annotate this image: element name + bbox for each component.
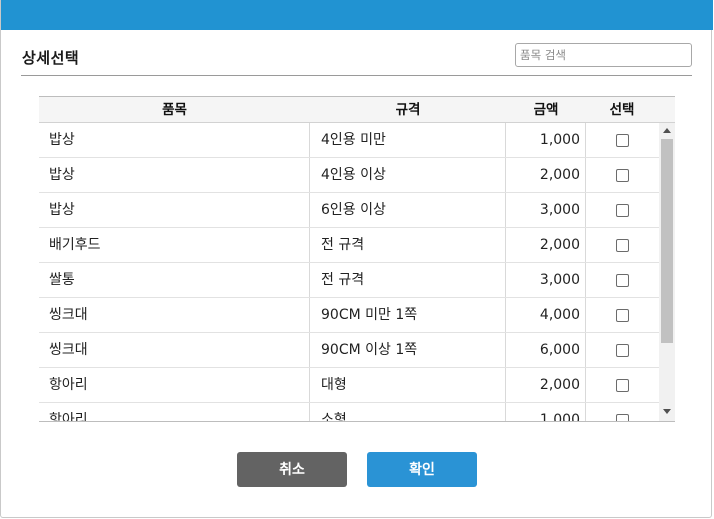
item-select-checkbox[interactable] — [616, 344, 629, 357]
item-name-cell: 씽크대 — [39, 298, 310, 332]
item-spec-cell: 4인용 이상 — [310, 158, 506, 192]
scroll-up-arrow-icon[interactable] — [663, 128, 671, 133]
item-price-cell: 4,000 — [506, 298, 586, 332]
dialog-title: 상세선택 — [22, 49, 80, 67]
item-spec-cell: 4인용 미만 — [310, 123, 506, 157]
item-search-input[interactable] — [515, 43, 692, 67]
item-select-cell — [586, 298, 659, 332]
item-price-cell: 1,000 — [506, 403, 586, 422]
item-table: 품목 규격 금액 선택 밥상 4인용 미만 1,000 밥상 4인용 이상 2,000 밥상… — [39, 96, 675, 422]
item-price-cell: 2,000 — [506, 158, 586, 192]
item-spec-cell: 소형 — [310, 403, 506, 422]
item-select-checkbox[interactable] — [616, 204, 629, 217]
item-select-cell — [586, 263, 659, 297]
item-name-cell: 쌀통 — [39, 263, 310, 297]
item-select-checkbox[interactable] — [616, 309, 629, 322]
item-select-cell — [586, 368, 659, 402]
item-select-cell — [586, 228, 659, 262]
item-price-cell: 2,000 — [506, 228, 586, 262]
item-spec-cell: 90CM 미만 1쪽 — [310, 298, 506, 332]
dialog-header-bar — [1, 0, 713, 30]
detail-select-dialog: 상세선택 품목 규격 금액 선택 밥상4인용 미만1,000밥상4인용 이상2,… — [0, 0, 713, 518]
item-price-cell: 1,000 — [506, 123, 586, 157]
item-select-checkbox[interactable] — [616, 379, 629, 392]
scrollbar-thumb[interactable] — [661, 139, 673, 343]
item-select-checkbox[interactable] — [616, 239, 629, 252]
table-row[interactable]: 배기후드 전 규격 2,000 — [39, 228, 659, 263]
cancel-button[interactable]: 취소 — [237, 452, 347, 487]
item-spec-cell: 6인용 이상 — [310, 193, 506, 227]
item-select-checkbox[interactable] — [616, 134, 629, 147]
column-header-item[interactable]: 품목 — [39, 97, 310, 123]
item-price-cell: 6,000 — [506, 333, 586, 367]
table-row[interactable]: 항아리 대형 2,000 — [39, 368, 659, 403]
item-price-cell: 3,000 — [506, 193, 586, 227]
table-row[interactable]: 밥상 6인용 이상 3,000 — [39, 193, 659, 228]
item-name-cell: 밥상 — [39, 193, 310, 227]
item-price-cell: 3,000 — [506, 263, 586, 297]
column-header-select[interactable]: 선택 — [586, 97, 658, 123]
item-select-cell — [586, 403, 659, 422]
item-select-checkbox[interactable] — [616, 274, 629, 287]
table-scrollbar[interactable] — [659, 123, 675, 422]
item-select-checkbox[interactable] — [616, 169, 629, 182]
item-price-cell: 2,000 — [506, 368, 586, 402]
item-name-cell: 밥상 — [39, 123, 310, 157]
table-row[interactable]: 밥상 4인용 미만 1,000 — [39, 123, 659, 158]
table-row[interactable]: 씽크대 90CM 이상 1쪽 6,000 — [39, 333, 659, 368]
item-select-cell — [586, 333, 659, 367]
item-name-cell: 배기후드 — [39, 228, 310, 262]
item-select-cell — [586, 123, 659, 157]
item-name-cell: 밥상 — [39, 158, 310, 192]
table-bottom-border — [39, 421, 675, 422]
table-row[interactable]: 쌀통 전 규격 3,000 — [39, 263, 659, 298]
table-row[interactable]: 밥상 4인용 이상 2,000 — [39, 158, 659, 193]
table-header: 품목 규격 금액 선택 — [39, 96, 675, 123]
item-spec-cell: 전 규격 — [310, 228, 506, 262]
table-row[interactable]: 씽크대 90CM 미만 1쪽 4,000 — [39, 298, 659, 333]
item-select-cell — [586, 193, 659, 227]
table-body: 밥상 4인용 미만 1,000 밥상 4인용 이상 2,000 밥상 6인용 이상 3,000 배… — [39, 123, 659, 422]
column-header-price[interactable]: 금액 — [506, 97, 586, 123]
table-row[interactable]: 항아리 소형 1,000 — [39, 403, 659, 422]
item-spec-cell: 90CM 이상 1쪽 — [310, 333, 506, 367]
item-name-cell: 씽크대 — [39, 333, 310, 367]
item-spec-cell: 전 규격 — [310, 263, 506, 297]
item-spec-cell: 대형 — [310, 368, 506, 402]
confirm-button[interactable]: 확인 — [367, 452, 477, 487]
scroll-down-arrow-icon[interactable] — [663, 409, 671, 414]
title-divider — [21, 75, 692, 76]
column-header-spec[interactable]: 규격 — [310, 97, 506, 123]
item-name-cell: 항아리 — [39, 403, 310, 422]
item-name-cell: 항아리 — [39, 368, 310, 402]
item-select-cell — [586, 158, 659, 192]
